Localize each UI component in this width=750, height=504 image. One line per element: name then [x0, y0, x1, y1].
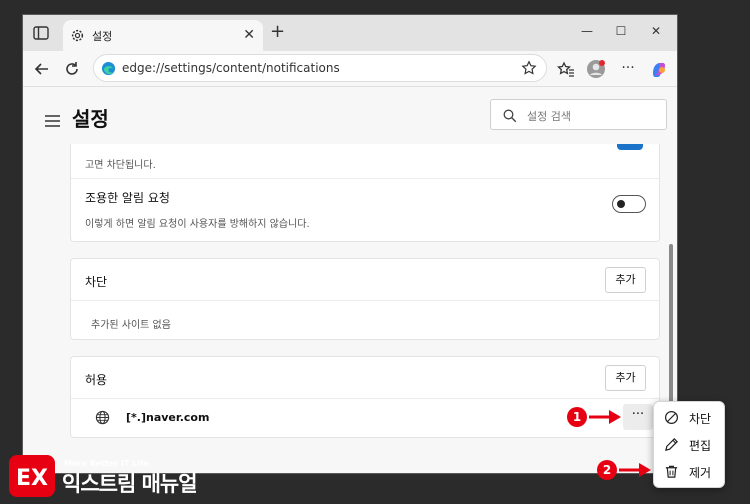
search-icon	[503, 108, 517, 123]
block-card: 차단 추가 추가된 사이트 없음	[70, 258, 660, 340]
tab-bar: 설정 ✕ + — ☐ ✕	[23, 15, 677, 51]
favorites-icon[interactable]	[556, 59, 576, 79]
menu-icon[interactable]	[45, 112, 61, 127]
block-title: 차단	[85, 275, 108, 289]
edge-logo-icon	[101, 61, 116, 76]
search-placeholder: 설정 검색	[527, 110, 571, 123]
globe-icon	[95, 410, 110, 425]
svg-text:EX: EX	[16, 466, 48, 491]
block-empty-message: 추가된 사이트 없음	[91, 320, 171, 331]
quiet-requests-description: 이렇게 하면 알림 요청이 사용자를 방해하지 않습니다.	[85, 219, 310, 230]
step-badge-2: 2	[597, 460, 617, 480]
menu-item-label: 제거	[689, 466, 712, 480]
back-icon[interactable]	[32, 59, 52, 79]
menu-item-label: 편집	[689, 439, 712, 453]
site-name: [*.]naver.com	[126, 411, 210, 424]
divider	[71, 398, 659, 399]
favorite-star-icon[interactable]	[520, 59, 538, 77]
notifications-card: 고면 차단됩니다. 조용한 알림 요청 이렇게 하면 알림 요청이 사용자를 방…	[70, 144, 660, 242]
toggle-knob	[617, 200, 625, 208]
url-text: edge://settings/content/notifications	[122, 61, 340, 75]
allow-title: 허용	[85, 373, 108, 387]
tab-title: 설정	[92, 30, 113, 43]
tab-settings[interactable]: 설정 ✕	[63, 20, 263, 51]
minimize-icon[interactable]: —	[576, 21, 598, 41]
block-icon	[664, 410, 679, 425]
close-tab-icon[interactable]: ✕	[243, 27, 255, 43]
refresh-icon[interactable]	[62, 59, 82, 79]
divider	[71, 178, 659, 179]
address-bar[interactable]: edge://settings/content/notifications	[93, 54, 547, 82]
menu-item-edit[interactable]: 편집	[654, 432, 724, 458]
close-window-icon[interactable]: ✕	[645, 21, 667, 41]
quiet-requests-title: 조용한 알림 요청	[85, 191, 170, 205]
setting-description: 고면 차단됩니다.	[85, 160, 156, 171]
quiet-requests-toggle[interactable]	[612, 195, 646, 213]
new-tab-icon[interactable]: +	[270, 23, 285, 41]
settings-search-input[interactable]: 설정 검색	[490, 99, 667, 130]
menu-item-label: 차단	[689, 412, 712, 426]
profile-avatar[interactable]	[586, 59, 606, 79]
divider	[71, 300, 659, 301]
watermark-logo: EX	[8, 454, 58, 498]
trash-icon	[664, 464, 679, 479]
arrow-icon	[619, 463, 651, 477]
more-options-icon[interactable]: ···	[618, 59, 638, 79]
watermark-name: 익스트림 매뉴얼	[62, 472, 198, 496]
browser-window: 설정 ✕ + — ☐ ✕ edge://settings/content/not…	[22, 14, 678, 474]
page-title: 설정	[72, 107, 109, 131]
gear-icon	[70, 28, 85, 43]
maximize-icon[interactable]: ☐	[610, 21, 632, 41]
pencil-icon	[664, 437, 679, 452]
toolbar: edge://settings/content/notifications ··…	[23, 51, 677, 87]
step-badge-1: 1	[567, 407, 587, 427]
context-menu: 차단 편집 제거	[653, 401, 725, 488]
watermark-tagline: More Better IT Life	[64, 459, 149, 468]
arrow-icon	[589, 410, 621, 424]
allow-add-button[interactable]: 추가	[605, 365, 646, 391]
site-more-actions-button[interactable]: ···	[623, 404, 653, 430]
copilot-icon[interactable]	[649, 59, 669, 79]
menu-item-remove[interactable]: 제거	[654, 459, 724, 485]
toggle-partial[interactable]	[617, 144, 643, 150]
block-add-button[interactable]: 추가	[605, 267, 646, 293]
tab-actions-icon[interactable]	[31, 23, 51, 43]
menu-item-block[interactable]: 차단	[654, 405, 724, 431]
